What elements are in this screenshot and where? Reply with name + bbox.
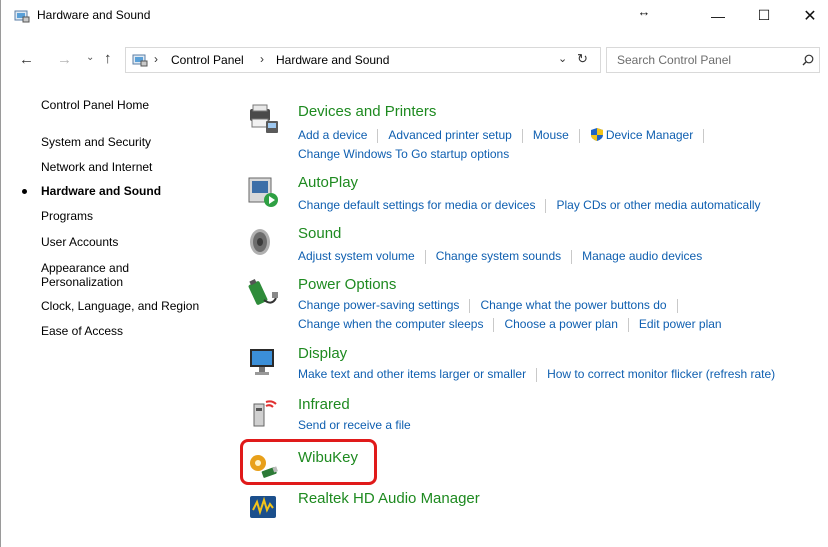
battery-icon[interactable] bbox=[246, 276, 280, 310]
back-button[interactable]: ← bbox=[19, 51, 34, 68]
printer-icon[interactable] bbox=[246, 103, 280, 137]
power-options-title[interactable]: Power Options bbox=[298, 276, 396, 293]
devices-and-printers-title[interactable]: Devices and Printers bbox=[298, 103, 436, 120]
autoplay-links: Change default settings for media or dev… bbox=[298, 198, 761, 213]
link-correct-monitor-flicker[interactable]: How to correct monitor flicker (refresh … bbox=[547, 367, 775, 381]
link-change-power-buttons[interactable]: Change what the power buttons do bbox=[480, 298, 666, 312]
link-change-when-sleeps[interactable]: Change when the computer sleeps bbox=[298, 317, 483, 331]
power-links-row-1: Change power-saving settings Change what … bbox=[298, 298, 688, 313]
nav-system-and-security[interactable]: System and Security bbox=[41, 135, 221, 149]
link-separator bbox=[377, 128, 379, 143]
title-bar: Hardware and Sound ↔ — ☐ ✕ bbox=[1, 0, 828, 31]
resize-icon[interactable]: ↔ bbox=[621, 0, 667, 27]
nav-appearance-and-personalization[interactable]: Appearance and Personalization bbox=[41, 261, 151, 289]
up-button[interactable]: ↑ bbox=[104, 50, 112, 67]
refresh-icon[interactable]: ↻ bbox=[577, 51, 588, 67]
power-links-row-2: Change when the computer sleeps Choose a … bbox=[298, 317, 722, 332]
link-edit-power-plan[interactable]: Edit power plan bbox=[639, 317, 722, 331]
uac-shield-icon bbox=[590, 128, 603, 141]
link-manage-audio-devices[interactable]: Manage audio devices bbox=[582, 249, 702, 263]
realtek-audio-icon[interactable] bbox=[246, 490, 280, 524]
link-change-windows-to-go[interactable]: Change Windows To Go startup options bbox=[298, 147, 509, 161]
address-dropdown-icon[interactable]: ⌄ bbox=[558, 52, 567, 65]
link-separator bbox=[536, 367, 538, 382]
breadcrumb-separator[interactable]: › bbox=[154, 52, 158, 66]
speaker-icon[interactable] bbox=[246, 225, 280, 259]
sound-title[interactable]: Sound bbox=[298, 225, 341, 242]
realtek-title[interactable]: Realtek HD Audio Manager bbox=[298, 490, 480, 507]
link-separator bbox=[703, 128, 705, 143]
link-add-a-device[interactable]: Add a device bbox=[298, 128, 367, 142]
breadcrumb-control-panel[interactable]: Control Panel bbox=[171, 53, 244, 67]
active-bullet bbox=[22, 189, 27, 194]
control-panel-icon bbox=[14, 10, 30, 23]
nav-control-panel-home[interactable]: Control Panel Home bbox=[41, 98, 221, 112]
sound-links: Adjust system volume Change system sounds… bbox=[298, 249, 702, 264]
display-links: Make text and other items larger or smal… bbox=[298, 367, 775, 382]
recent-locations-chevron-icon[interactable]: ⌄ bbox=[86, 52, 94, 63]
link-advanced-printer-setup[interactable]: Advanced printer setup bbox=[388, 128, 511, 142]
nav-programs[interactable]: Programs bbox=[41, 209, 221, 223]
display-title[interactable]: Display bbox=[298, 345, 347, 362]
devices-links-row-1: Add a device Advanced printer setup Mouse D… bbox=[298, 127, 714, 143]
link-change-default-settings[interactable]: Change default settings for media or dev… bbox=[298, 198, 535, 212]
link-adjust-system-volume[interactable]: Adjust system volume bbox=[298, 249, 415, 263]
autoplay-icon[interactable] bbox=[246, 174, 280, 208]
link-mouse[interactable]: Mouse bbox=[533, 128, 569, 142]
maximize-button[interactable]: ☐ bbox=[741, 0, 787, 31]
nav-ease-of-access[interactable]: Ease of Access bbox=[41, 324, 221, 338]
search-placeholder: Search Control Panel bbox=[617, 53, 732, 67]
monitor-icon[interactable] bbox=[246, 345, 280, 379]
control-panel-icon bbox=[132, 54, 148, 67]
infrared-icon[interactable] bbox=[246, 396, 280, 430]
search-box[interactable]: Search Control Panel bbox=[606, 47, 820, 73]
link-choose-power-plan[interactable]: Choose a power plan bbox=[504, 317, 617, 331]
control-panel-window: Hardware and Sound ↔ — ☐ ✕ ← → ⌄ ↑ › Con… bbox=[0, 0, 828, 547]
nav-clock-language-region[interactable]: Clock, Language, and Region bbox=[41, 299, 221, 313]
link-send-or-receive-file[interactable]: Send or receive a file bbox=[298, 418, 411, 432]
link-separator bbox=[545, 198, 547, 213]
nav-user-accounts[interactable]: User Accounts bbox=[41, 235, 221, 249]
forward-button[interactable]: → bbox=[57, 51, 72, 68]
link-separator bbox=[627, 317, 629, 332]
link-separator bbox=[571, 249, 573, 264]
link-separator bbox=[521, 128, 523, 143]
nav-network-and-internet[interactable]: Network and Internet bbox=[41, 160, 221, 174]
close-button[interactable]: ✕ bbox=[787, 0, 828, 31]
link-separator bbox=[676, 298, 678, 313]
window-title: Hardware and Sound bbox=[37, 8, 151, 22]
autoplay-title[interactable]: AutoPlay bbox=[298, 174, 358, 191]
search-icon[interactable] bbox=[802, 54, 814, 66]
infrared-title[interactable]: Infrared bbox=[298, 396, 350, 413]
breadcrumb-separator[interactable]: › bbox=[260, 52, 264, 66]
wibukey-highlight-box bbox=[240, 439, 377, 485]
link-play-cds[interactable]: Play CDs or other media automatically bbox=[556, 198, 760, 212]
link-change-power-saving[interactable]: Change power-saving settings bbox=[298, 298, 459, 312]
nav-hardware-and-sound[interactable]: Hardware and Sound bbox=[41, 184, 221, 198]
devices-links-row-2: Change Windows To Go startup options bbox=[298, 147, 509, 161]
infrared-links: Send or receive a file bbox=[298, 418, 411, 432]
link-make-text-larger[interactable]: Make text and other items larger or smal… bbox=[298, 367, 526, 381]
minimize-button[interactable]: — bbox=[695, 0, 741, 31]
link-device-manager[interactable]: Device Manager bbox=[606, 128, 693, 142]
navigation-bar: ← → ⌄ ↑ › Control Panel › Hardware and S… bbox=[1, 46, 828, 74]
address-bar[interactable]: › Control Panel › Hardware and Sound ⌄ ↻ bbox=[125, 47, 601, 73]
link-separator bbox=[493, 317, 495, 332]
link-separator bbox=[578, 128, 580, 143]
link-change-system-sounds[interactable]: Change system sounds bbox=[436, 249, 561, 263]
link-separator bbox=[469, 298, 471, 313]
breadcrumb-hardware-and-sound[interactable]: Hardware and Sound bbox=[276, 53, 389, 67]
link-separator bbox=[424, 249, 426, 264]
